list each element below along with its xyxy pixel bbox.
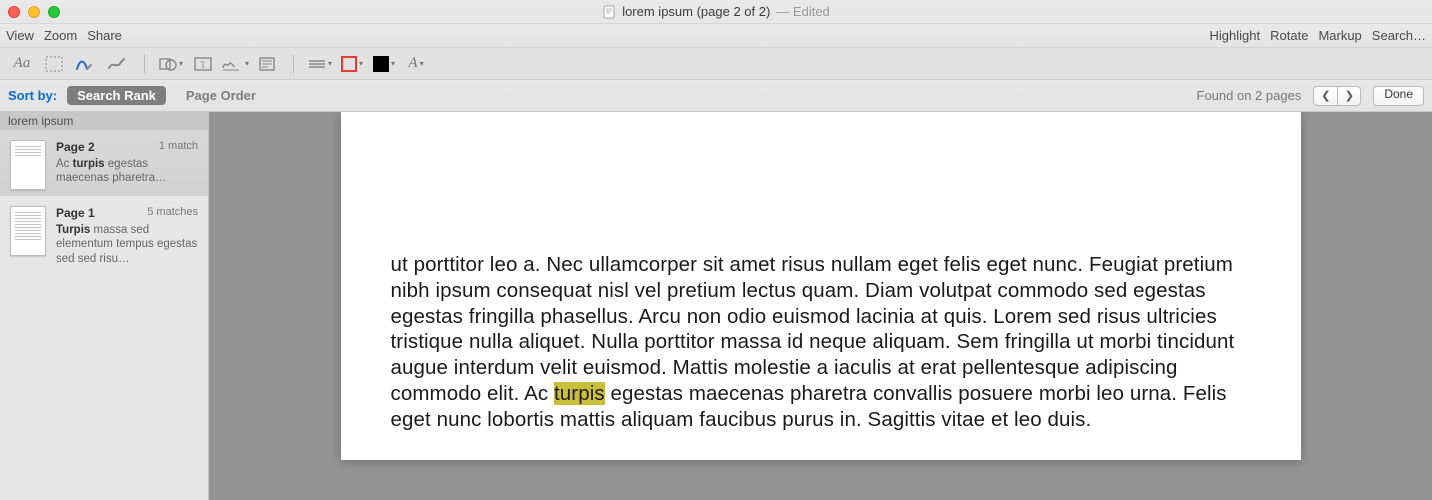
text-style-tool[interactable]: Aa bbox=[8, 52, 36, 76]
search-done-button[interactable]: Done bbox=[1373, 86, 1424, 106]
chevron-down-icon: ▾ bbox=[245, 59, 249, 68]
chevron-down-icon: ▾ bbox=[359, 59, 363, 68]
search-results-bar: Sort by: Search Rank Page Order Found on… bbox=[0, 80, 1432, 112]
document-icon bbox=[602, 5, 616, 19]
sort-page-order[interactable]: Page Order bbox=[176, 86, 266, 105]
stroke-tool[interactable]: ▾ bbox=[306, 52, 334, 76]
document-page: ut porttitor leo a. Nec ullamcorper sit … bbox=[341, 112, 1301, 460]
window-maximize-button[interactable] bbox=[48, 6, 60, 18]
document-viewport[interactable]: ut porttitor leo a. Nec ullamcorper sit … bbox=[209, 112, 1432, 500]
page-thumbnail bbox=[10, 206, 46, 256]
result-title: Page 1 bbox=[56, 206, 95, 221]
search-result-item[interactable]: Page 1 5 matches Turpis massa sed elemen… bbox=[0, 196, 208, 272]
note-tool[interactable] bbox=[253, 52, 281, 76]
window-minimize-button[interactable] bbox=[28, 6, 40, 18]
markup-toolbar: Aa ▾ T ▾ ▾ ▾ ▾ A ▾ bbox=[0, 48, 1432, 80]
result-match-count: 1 match bbox=[159, 140, 198, 155]
result-match-count: 5 matches bbox=[147, 206, 198, 221]
search-highlight: turpis bbox=[554, 382, 605, 405]
result-snippet: Ac turpis egestas maecenas pharetra… bbox=[56, 157, 198, 186]
chevron-down-icon: ▾ bbox=[328, 59, 332, 68]
page-thumbnail bbox=[10, 140, 46, 190]
toolbar-share[interactable]: Share bbox=[87, 28, 122, 43]
search-nav-buttons: ❮ ❯ bbox=[1313, 86, 1361, 106]
window-title-text: lorem ipsum (page 2 of 2) bbox=[622, 4, 770, 19]
window-title: lorem ipsum (page 2 of 2) — Edited bbox=[0, 4, 1432, 19]
toolbar-search[interactable]: Search… bbox=[1372, 28, 1426, 43]
fill-color-tool[interactable]: ▾ bbox=[370, 52, 398, 76]
search-prev-button[interactable]: ❮ bbox=[1313, 86, 1337, 106]
window-close-button[interactable] bbox=[8, 6, 20, 18]
toolbar-view[interactable]: View bbox=[6, 28, 34, 43]
toolbar-rotate[interactable]: Rotate bbox=[1270, 28, 1308, 43]
toolbar-highlight[interactable]: Highlight bbox=[1210, 28, 1261, 43]
rect-select-tool[interactable] bbox=[40, 52, 68, 76]
document-text[interactable]: ut porttitor leo a. Nec ullamcorper sit … bbox=[391, 252, 1251, 433]
sign-tool[interactable]: ▾ bbox=[221, 52, 249, 76]
result-title: Page 2 bbox=[56, 140, 95, 155]
window-edited-label: — Edited bbox=[776, 4, 829, 19]
border-color-swatch bbox=[341, 56, 357, 72]
search-result-item[interactable]: Page 2 1 match Ac turpis egestas maecena… bbox=[0, 130, 208, 196]
text-box-tool[interactable]: T bbox=[189, 52, 217, 76]
draw-tool[interactable] bbox=[104, 52, 132, 76]
sketch-tool[interactable] bbox=[72, 52, 100, 76]
titlebar: lorem ipsum (page 2 of 2) — Edited bbox=[0, 0, 1432, 24]
chevron-down-icon: ▾ bbox=[420, 59, 424, 68]
chevron-down-icon: ▾ bbox=[179, 59, 183, 68]
sort-search-rank[interactable]: Search Rank bbox=[67, 86, 166, 105]
main-toolbar: View Zoom Share Highlight Rotate Markup … bbox=[0, 24, 1432, 48]
content-area: lorem ipsum Page 2 1 match Ac turpis ege… bbox=[0, 112, 1432, 500]
toolbar-markup[interactable]: Markup bbox=[1318, 28, 1361, 43]
search-sidebar: lorem ipsum Page 2 1 match Ac turpis ege… bbox=[0, 112, 209, 500]
font-tool[interactable]: A ▾ bbox=[402, 52, 430, 76]
found-on-pages-label: Found on 2 pages bbox=[1197, 88, 1302, 103]
fill-color-swatch bbox=[373, 56, 389, 72]
result-snippet: Turpis massa sed elementum tempus egesta… bbox=[56, 223, 198, 266]
search-next-button[interactable]: ❯ bbox=[1337, 86, 1361, 106]
shapes-tool[interactable]: ▾ bbox=[157, 52, 185, 76]
traffic-lights bbox=[8, 6, 60, 18]
border-color-tool[interactable]: ▾ bbox=[338, 52, 366, 76]
search-results-list: Page 2 1 match Ac turpis egestas maecena… bbox=[0, 130, 208, 272]
sidebar-header: lorem ipsum bbox=[0, 112, 208, 130]
svg-text:T: T bbox=[200, 60, 206, 70]
toolbar-zoom[interactable]: Zoom bbox=[44, 28, 77, 43]
chevron-down-icon: ▾ bbox=[391, 59, 395, 68]
sort-by-label: Sort by: bbox=[8, 88, 57, 103]
